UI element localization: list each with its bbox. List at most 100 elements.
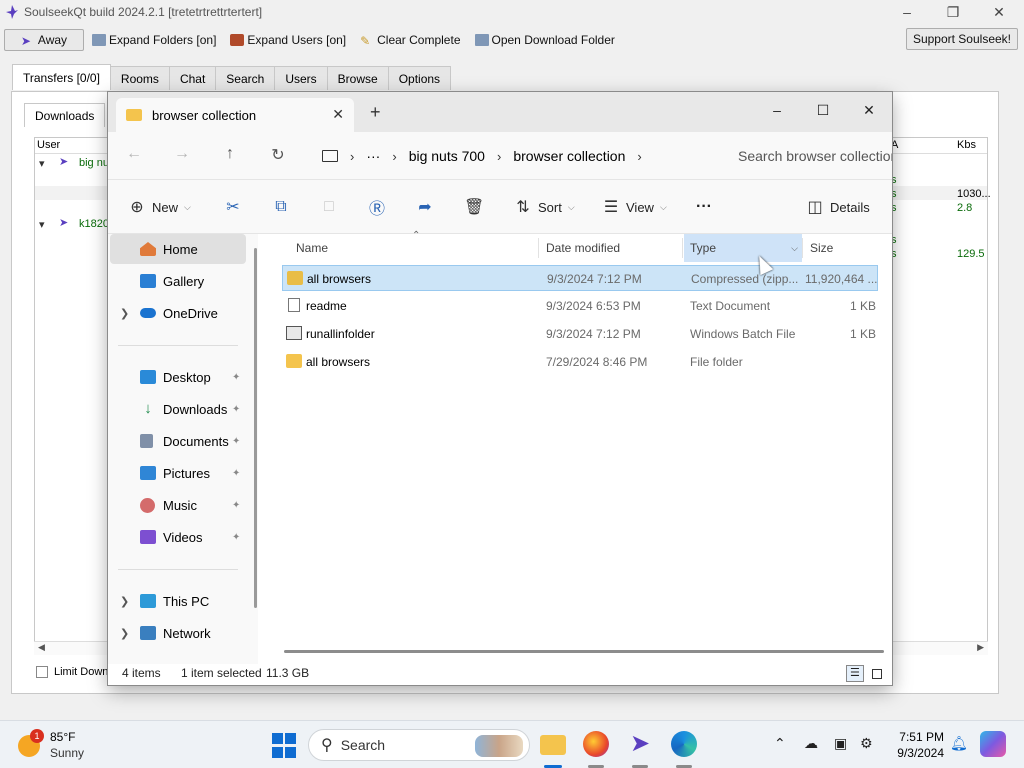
maximize-button[interactable]: ☐ bbox=[800, 96, 846, 124]
column-divider[interactable] bbox=[682, 238, 683, 258]
file-row[interactable]: readme 9/3/2024 6:53 PM Text Document 1 … bbox=[282, 293, 878, 319]
support-soulseek-button[interactable]: Support Soulseek! bbox=[905, 28, 1018, 50]
away-button[interactable]: ➤ Away bbox=[4, 29, 84, 51]
column-user[interactable]: User bbox=[37, 139, 60, 151]
tab-browse[interactable]: Browse bbox=[326, 66, 389, 90]
taskbar-search[interactable]: ⚲ Search bbox=[308, 729, 530, 761]
user-name[interactable]: k1820 bbox=[79, 218, 109, 230]
restore-button[interactable]: ❐ bbox=[930, 2, 976, 22]
tab-downloads[interactable]: Downloads bbox=[24, 103, 106, 127]
open-download-folder-button[interactable]: Open Download Folder bbox=[469, 29, 621, 51]
tab-options[interactable]: Options bbox=[387, 66, 452, 90]
this-pc-icon[interactable] bbox=[322, 150, 338, 162]
tiles-view-icon[interactable] bbox=[868, 665, 886, 682]
sidebar-item-network[interactable]: ❯ Network bbox=[110, 618, 246, 648]
tab-users[interactable]: Users bbox=[274, 66, 328, 90]
sidebar-item-this-pc[interactable]: ❯ This PC bbox=[110, 586, 246, 616]
limit-downloads-toggle[interactable]: Limit Downl bbox=[36, 666, 111, 678]
sidebar-item-gallery[interactable]: Gallery bbox=[110, 266, 246, 296]
file-row[interactable]: all browsers 7/29/2024 8:46 PM File fold… bbox=[282, 349, 878, 375]
start-button[interactable] bbox=[272, 733, 298, 759]
chevron-right-icon[interactable]: ❯ bbox=[120, 627, 129, 640]
user-name[interactable]: big nu bbox=[79, 157, 109, 169]
copilot-icon[interactable] bbox=[980, 731, 1006, 757]
limit-checkbox[interactable] bbox=[36, 666, 48, 678]
sidebar-item-home[interactable]: Home bbox=[110, 234, 246, 264]
weather-widget[interactable]: 1 85°F Sunny bbox=[18, 729, 98, 763]
settings-icon[interactable]: ⚙ bbox=[860, 735, 873, 752]
details-view-icon[interactable]: ☰ bbox=[846, 665, 864, 682]
sidebar-item-downloads[interactable]: ↓ Downloads ✦ bbox=[110, 394, 246, 424]
tab-chat[interactable]: Chat bbox=[168, 66, 217, 90]
breadcrumb[interactable]: › ··· › big nuts 700 › browser collectio… bbox=[308, 140, 716, 172]
expand-folders-button[interactable]: Expand Folders [on] bbox=[86, 29, 222, 51]
close-button[interactable]: ✕ bbox=[846, 96, 892, 124]
scroll-right-icon[interactable]: ▶ bbox=[977, 642, 984, 653]
chevron-right-icon[interactable]: ❯ bbox=[120, 595, 129, 608]
sort-button[interactable]: ⇅ Sort ⌵ bbox=[514, 196, 574, 218]
expand-users-button[interactable]: Expand Users [on] bbox=[224, 29, 352, 51]
minimize-button[interactable]: – bbox=[754, 96, 800, 124]
up-icon[interactable]: ↑ bbox=[218, 145, 242, 163]
new-tab-icon[interactable]: + bbox=[370, 102, 381, 123]
system-clock[interactable]: 7:51 PM 9/3/2024 bbox=[890, 729, 944, 761]
file-explorer-taskbar-icon[interactable] bbox=[540, 735, 566, 755]
cut-button[interactable]: ✂ bbox=[224, 196, 248, 218]
forward-icon[interactable]: → bbox=[170, 145, 194, 163]
file-row[interactable]: all browsers 9/3/2024 7:12 PM Compressed… bbox=[282, 265, 878, 291]
explorer-tab[interactable]: browser collection ✕ bbox=[116, 98, 354, 132]
expand-arrow-icon[interactable]: ▾ bbox=[39, 218, 45, 231]
paste-button[interactable]: □ bbox=[320, 196, 344, 218]
sidebar-item-documents[interactable]: Documents ✦ bbox=[110, 426, 246, 456]
column-kbs[interactable]: Kbs bbox=[957, 139, 976, 151]
column-divider[interactable] bbox=[538, 238, 539, 258]
column-name[interactable]: Name bbox=[296, 234, 536, 262]
edge-taskbar-icon[interactable] bbox=[671, 731, 697, 757]
column-size[interactable]: Size bbox=[810, 234, 880, 262]
notification-bell-icon[interactable]: 🔔︎ bbox=[950, 735, 968, 752]
breadcrumb-item[interactable]: browser collection bbox=[513, 148, 625, 164]
minimize-button[interactable]: – bbox=[884, 2, 930, 22]
refresh-icon[interactable]: ↻ bbox=[266, 145, 290, 165]
sidebar-item-music[interactable]: Music ✦ bbox=[110, 490, 246, 520]
column-a[interactable]: A bbox=[891, 139, 898, 151]
file-list-horizontal-scrollbar[interactable] bbox=[284, 650, 884, 653]
breadcrumb-item[interactable]: big nuts 700 bbox=[409, 148, 485, 164]
search-input[interactable]: Search browser collection bbox=[728, 140, 892, 172]
chevron-right-icon[interactable]: › bbox=[637, 149, 641, 164]
rename-button[interactable]: Ⓡ bbox=[368, 196, 392, 218]
delete-button[interactable]: 🗑︎ bbox=[464, 196, 488, 218]
expand-arrow-icon[interactable]: ▾ bbox=[39, 157, 45, 170]
column-divider[interactable] bbox=[802, 238, 803, 258]
sidebar-item-pictures[interactable]: Pictures ✦ bbox=[110, 458, 246, 488]
chevron-down-icon[interactable]: ⌵ bbox=[791, 243, 798, 254]
column-date-modified[interactable]: Date modified bbox=[546, 234, 682, 262]
more-crumbs-button[interactable]: ··· bbox=[366, 148, 380, 164]
more-options-button[interactable]: ··· bbox=[696, 196, 712, 218]
sidebar-item-desktop[interactable]: Desktop ✦ bbox=[110, 362, 246, 392]
new-button[interactable]: ⊕ New ⌵ bbox=[128, 196, 191, 218]
close-button[interactable]: ✕ bbox=[976, 2, 1022, 22]
close-tab-icon[interactable]: ✕ bbox=[332, 106, 344, 123]
column-type[interactable]: Type ⌵ bbox=[684, 234, 802, 262]
view-button[interactable]: ☰ View ⌵ bbox=[602, 196, 667, 218]
sidebar-item-onedrive[interactable]: ❯ OneDrive bbox=[110, 298, 246, 328]
tab-rooms[interactable]: Rooms bbox=[109, 66, 170, 90]
copy-button[interactable]: ⧉ bbox=[272, 196, 296, 218]
details-pane-button[interactable]: ◫ Details bbox=[806, 196, 869, 218]
back-icon[interactable]: ← bbox=[122, 145, 146, 163]
navigation-pane-scrollbar[interactable] bbox=[254, 248, 257, 608]
clear-complete-button[interactable]: ✎ Clear Complete bbox=[354, 29, 466, 51]
display-icon[interactable]: ▣ bbox=[834, 735, 847, 752]
scroll-left-icon[interactable]: ◀ bbox=[38, 642, 45, 653]
chevron-up-icon[interactable]: ⌃ bbox=[774, 735, 786, 752]
share-button[interactable]: ➦ bbox=[416, 196, 440, 218]
network-offline-icon[interactable]: ☁ bbox=[804, 735, 818, 752]
sidebar-item-videos[interactable]: Videos ✦ bbox=[110, 522, 246, 552]
tab-search[interactable]: Search bbox=[215, 66, 276, 90]
soulseek-taskbar-icon[interactable]: ➤ bbox=[627, 731, 653, 757]
firefox-taskbar-icon[interactable] bbox=[583, 731, 609, 757]
file-row[interactable]: runallinfolder 9/3/2024 7:12 PM Windows … bbox=[282, 321, 878, 347]
tab-transfers[interactable]: Transfers [0/0] bbox=[12, 64, 111, 90]
chevron-right-icon[interactable]: ❯ bbox=[120, 307, 129, 320]
